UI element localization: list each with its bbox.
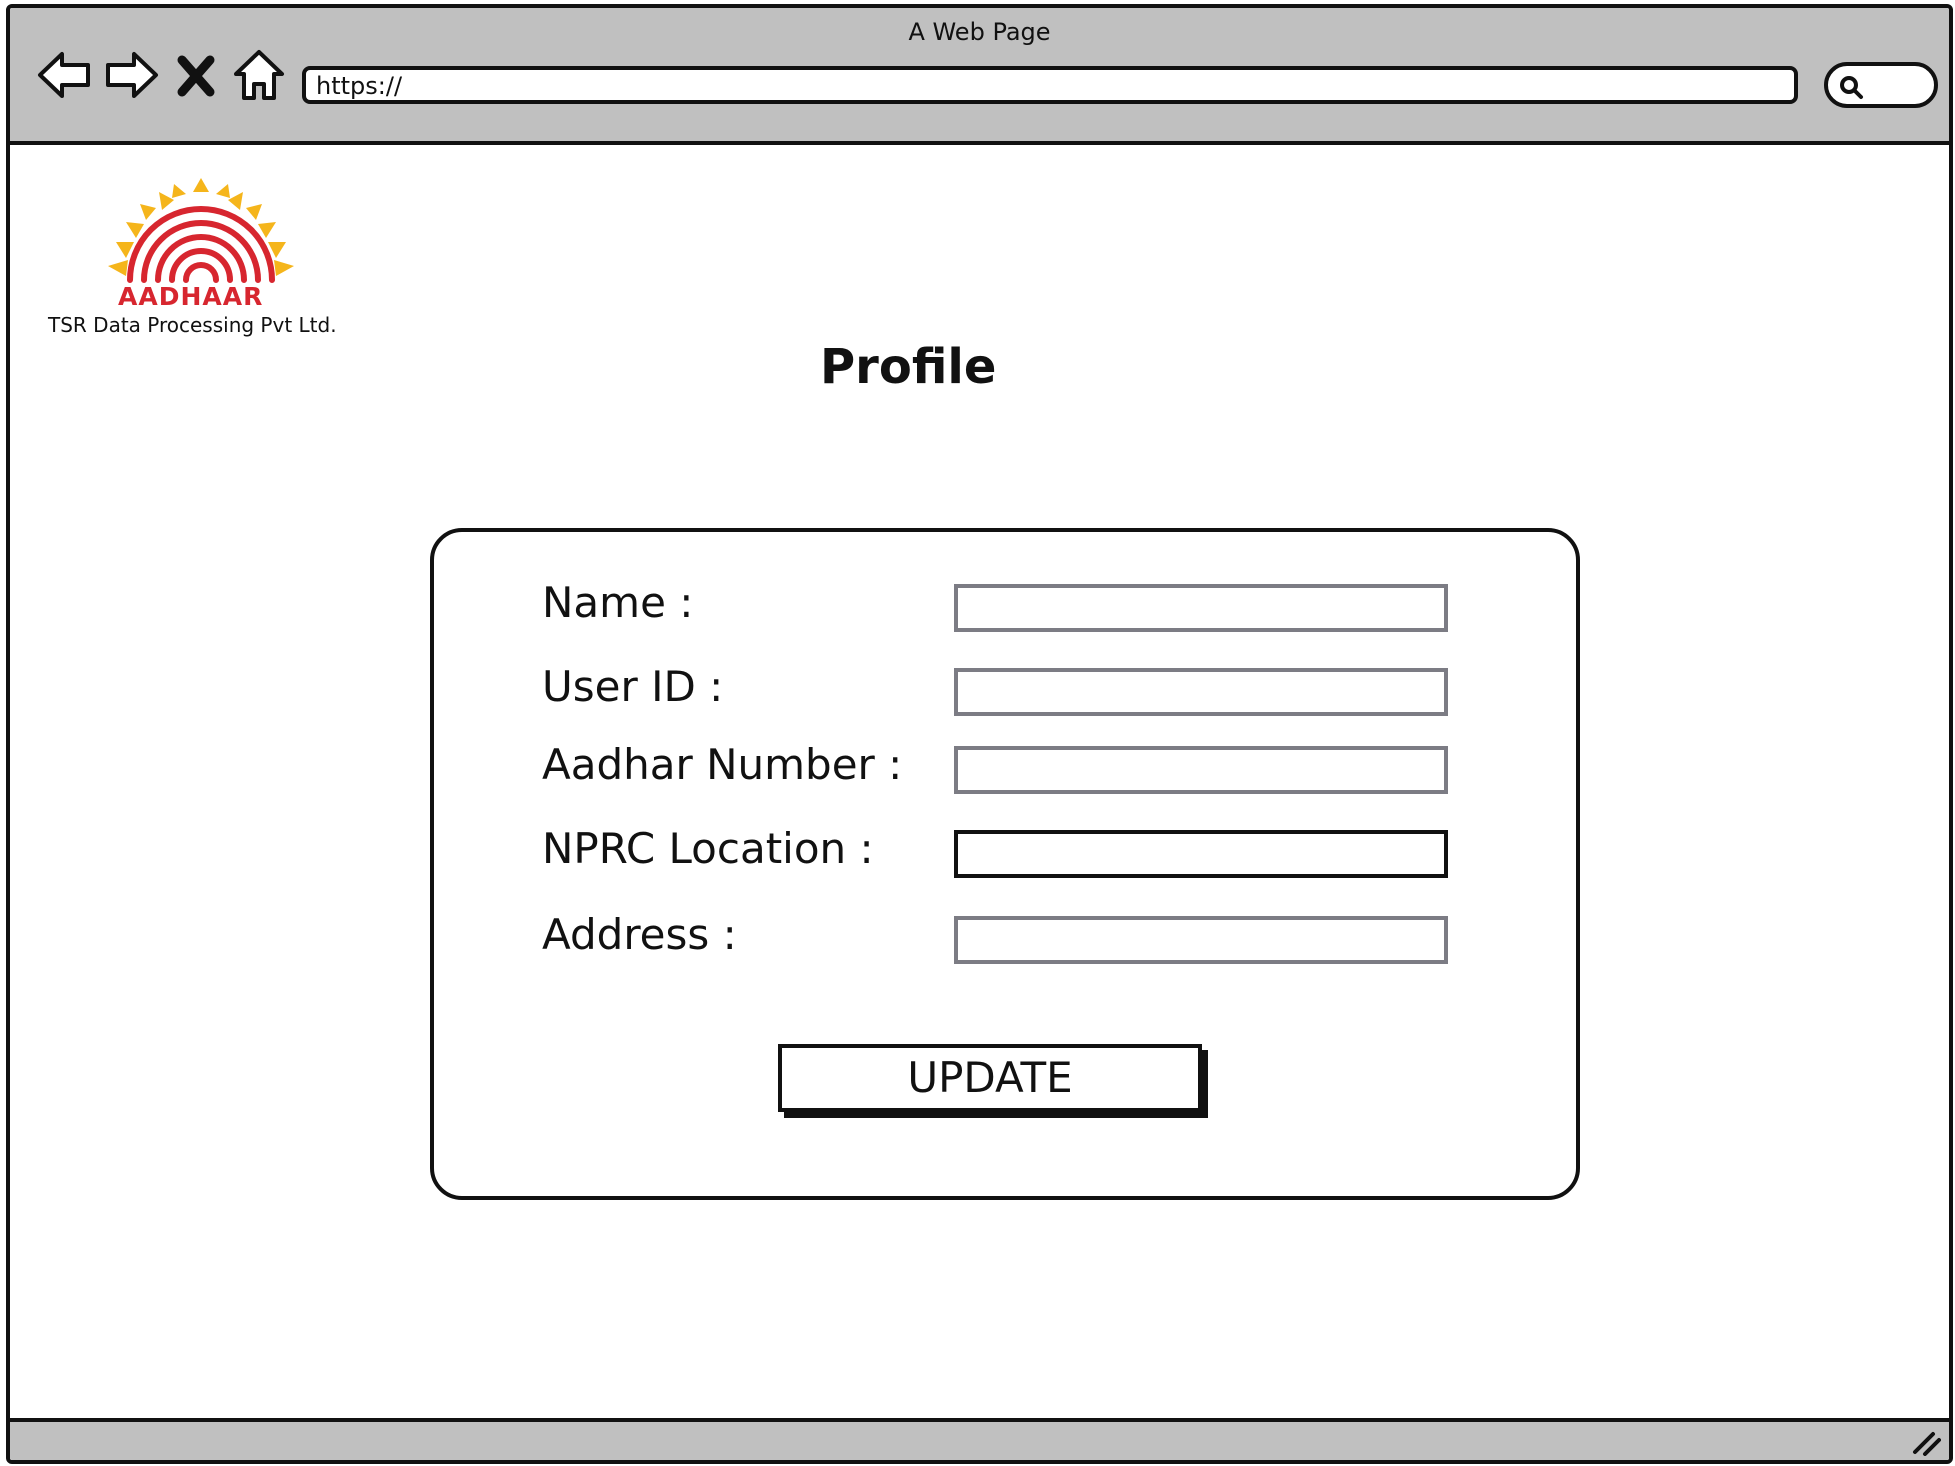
back-arrow-icon[interactable] bbox=[36, 46, 94, 104]
page-title: Profile bbox=[820, 339, 997, 395]
aadhar-number-label: Aadhar Number : bbox=[542, 740, 903, 789]
search-button[interactable] bbox=[1824, 62, 1938, 108]
aadhar-number-input[interactable] bbox=[954, 746, 1448, 794]
search-icon bbox=[1840, 76, 1863, 99]
browser-toolbar: A Web Page https:// bbox=[10, 8, 1949, 145]
nprc-location-input[interactable] bbox=[954, 830, 1448, 878]
organization-name: TSR Data Processing Pvt Ltd. bbox=[48, 313, 337, 337]
url-text: https:// bbox=[316, 72, 403, 100]
close-icon[interactable] bbox=[174, 46, 218, 104]
address-input[interactable] bbox=[954, 916, 1448, 964]
browser-window: A Web Page https:// AADHAAR TSR Data Pro… bbox=[6, 4, 1953, 1464]
name-label: Name : bbox=[542, 578, 694, 627]
resize-grip-icon[interactable] bbox=[1911, 1426, 1941, 1456]
user-id-label: User ID : bbox=[542, 662, 724, 711]
user-id-input[interactable] bbox=[954, 668, 1448, 716]
update-button[interactable]: UPDATE bbox=[778, 1044, 1202, 1112]
home-icon[interactable] bbox=[230, 46, 288, 104]
forward-arrow-icon[interactable] bbox=[102, 46, 160, 104]
url-bar[interactable]: https:// bbox=[302, 66, 1798, 104]
status-bar bbox=[10, 1418, 1949, 1460]
nprc-location-label: NPRC Location : bbox=[542, 824, 874, 873]
name-input[interactable] bbox=[954, 584, 1448, 632]
window-title: A Web Page bbox=[908, 18, 1051, 46]
logo-text: AADHAAR bbox=[118, 282, 264, 311]
address-label: Address : bbox=[542, 910, 737, 959]
